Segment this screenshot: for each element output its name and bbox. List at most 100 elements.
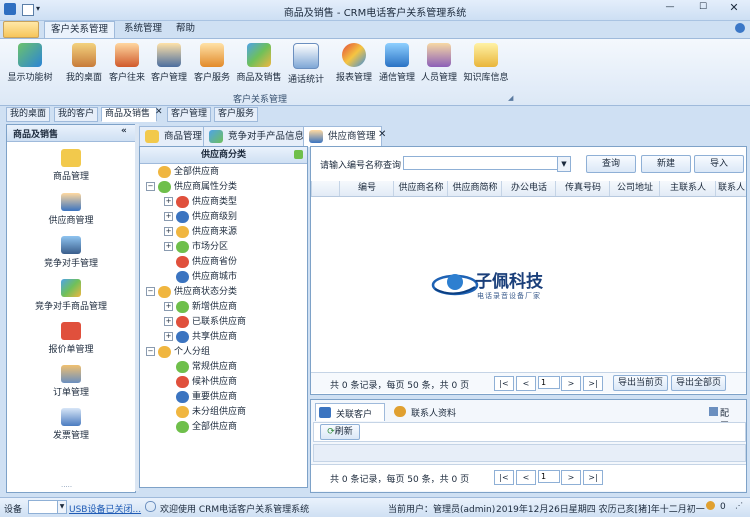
doc-tab-service[interactable]: 客户服务 [214, 107, 259, 122]
last-page-button[interactable]: >| [583, 376, 603, 391]
new-button[interactable]: 新建 [641, 155, 691, 173]
tree-node[interactable]: 供应商城市 [144, 270, 304, 285]
tab-system[interactable]: 系统管理 [118, 21, 168, 37]
tree-node[interactable]: + 新增供应商 [144, 300, 304, 315]
tree-node[interactable]: 重要供应商 [144, 390, 304, 405]
tab-contact-info[interactable]: 联系人资料 [391, 403, 469, 420]
expand-icon[interactable]: − [146, 182, 155, 191]
tree-node[interactable]: + 市场分区 [144, 240, 304, 255]
doc-tab-my-customers[interactable]: 我的客户 [54, 107, 99, 122]
chevron-down-icon[interactable]: ▼ [557, 156, 571, 172]
chevron-down-icon[interactable]: ▼ [57, 500, 67, 514]
nav-item-competitor[interactable]: 竞争对手管理 [7, 236, 135, 269]
close-button[interactable]: ✕ [724, 1, 744, 14]
tree-node[interactable]: + 共享供应商 [144, 330, 304, 345]
ribbon-button-staff[interactable]: 人员管理 [418, 41, 460, 87]
tree-node[interactable]: + 供应商类型 [144, 195, 304, 210]
prev-page-button[interactable]: < [516, 376, 536, 391]
group-expander-icon[interactable]: ◢ [508, 94, 513, 102]
tab-help[interactable]: 帮助 [170, 21, 201, 37]
expand-icon[interactable]: + [164, 197, 173, 206]
refresh-tree-icon[interactable] [294, 150, 303, 159]
column-header[interactable]: 主联系人 [659, 181, 716, 196]
prev-page-button[interactable]: < [516, 470, 536, 485]
nav-item-quote[interactable]: 报价单管理 [7, 322, 135, 355]
ribbon-button-comm[interactable]: 通信管理 [376, 41, 418, 87]
ribbon-button-service[interactable]: 客户服务 [191, 41, 233, 87]
page-number-input[interactable] [538, 376, 560, 389]
tree-node[interactable]: 全部供应商 [144, 420, 304, 435]
search-input[interactable] [403, 156, 566, 170]
close-tab-icon[interactable]: ✕ [378, 129, 386, 140]
next-page-button[interactable]: > [561, 470, 581, 485]
nav-item-goods[interactable]: 商品管理 [7, 149, 135, 182]
tree-node[interactable]: 全部供应商 [144, 165, 304, 180]
tree-node[interactable]: − 供应商状态分类 [144, 285, 304, 300]
ribbon-button-stats[interactable]: 通话统计 [285, 41, 327, 87]
tree-node[interactable]: − 供应商属性分类 [144, 180, 304, 195]
ribbon-button-knowledge[interactable]: 知识库信息 [462, 41, 510, 87]
ribbon-button-tree[interactable]: 显示功能树 [6, 41, 54, 87]
tree-node[interactable]: + 已联系供应商 [144, 315, 304, 330]
resize-grip-icon[interactable]: ⋰ [735, 501, 743, 510]
doc-tab-desktop[interactable]: 我的桌面 [6, 107, 51, 122]
usb-status-link[interactable]: USB设备已关闭... [69, 502, 141, 515]
first-page-button[interactable]: |< [494, 376, 514, 391]
help-icon[interactable] [735, 23, 745, 33]
tree-node[interactable]: 供应商省份 [144, 255, 304, 270]
expand-icon[interactable]: + [164, 242, 173, 251]
message-icon[interactable] [706, 501, 715, 510]
collapse-icon[interactable]: « [121, 126, 127, 136]
column-header[interactable]: 供应商简称 [447, 181, 502, 196]
ribbon-button-contacts[interactable]: 客户往来 [106, 41, 148, 87]
tab-linked-customers[interactable]: 关联客户 [315, 403, 385, 421]
ribbon-button-desktop[interactable]: 我的桌面 [62, 41, 106, 87]
last-page-button[interactable]: >| [583, 470, 603, 485]
ribbon-button-products[interactable]: 商品及销售 [234, 41, 284, 87]
column-header[interactable]: 联系人 [715, 181, 747, 196]
nav-item-invoice[interactable]: 发票管理 [7, 408, 135, 441]
column-header[interactable]: 办公电话 [501, 181, 556, 196]
import-button[interactable]: 导入 [694, 155, 744, 173]
first-page-button[interactable]: |< [494, 470, 514, 485]
minimize-button[interactable]: — [660, 2, 680, 12]
column-header[interactable]: 传真号码 [555, 181, 610, 196]
export-page-button[interactable]: 导出当前页 [613, 375, 668, 391]
tree-node[interactable]: + 供应商级别 [144, 210, 304, 225]
expand-icon[interactable]: + [164, 332, 173, 341]
page-tab-supplier[interactable]: 供应商管理 [303, 126, 382, 147]
nav-item-competitor-goods[interactable]: 竞争对手商品管理 [7, 279, 135, 312]
tree-node[interactable]: − 个人分组 [144, 345, 304, 360]
doc-tab-customers[interactable]: 客户管理 [167, 107, 212, 122]
doc-tab-products[interactable]: 商品及销售 [101, 107, 157, 122]
page-number-input[interactable] [538, 470, 560, 483]
expand-icon[interactable]: + [164, 212, 173, 221]
ribbon-button-reports[interactable]: 报表管理 [334, 41, 374, 87]
expand-icon[interactable]: − [146, 347, 155, 356]
refresh-button[interactable]: ⟳刷新 [320, 424, 360, 440]
app-menu-button[interactable] [3, 21, 39, 38]
maximize-button[interactable]: ☐ [693, 2, 713, 12]
nav-item-order[interactable]: 订单管理 [7, 365, 135, 398]
expand-icon[interactable]: + [164, 227, 173, 236]
device-select[interactable] [28, 500, 60, 514]
tab-crm[interactable]: 客户关系管理 [44, 21, 116, 38]
query-button[interactable]: 查询 [586, 155, 636, 173]
page-tab-goods[interactable]: 商品管理 [139, 126, 209, 147]
tree-node[interactable]: 未分组供应商 [144, 405, 304, 420]
tree-node[interactable]: 常规供应商 [144, 360, 304, 375]
nav-item-supplier[interactable]: 供应商管理 [7, 193, 135, 226]
quick-access-icon[interactable] [22, 4, 34, 16]
tree-node[interactable]: 候补供应商 [144, 375, 304, 390]
column-header[interactable]: 公司地址 [609, 181, 660, 196]
expand-icon[interactable]: + [164, 302, 173, 311]
column-header[interactable]: 供应商名称 [393, 181, 448, 196]
expand-icon[interactable]: + [164, 317, 173, 326]
page-tab-competitor-products[interactable]: 竞争对手产品信息 [203, 126, 311, 147]
tree-node[interactable]: + 供应商来源 [144, 225, 304, 240]
panel-grip[interactable]: ····· [61, 483, 72, 491]
expand-icon[interactable]: − [146, 287, 155, 296]
next-page-button[interactable]: > [561, 376, 581, 391]
close-tab-icon[interactable]: ✕ [155, 107, 163, 117]
export-all-button[interactable]: 导出全部页 [671, 375, 726, 391]
